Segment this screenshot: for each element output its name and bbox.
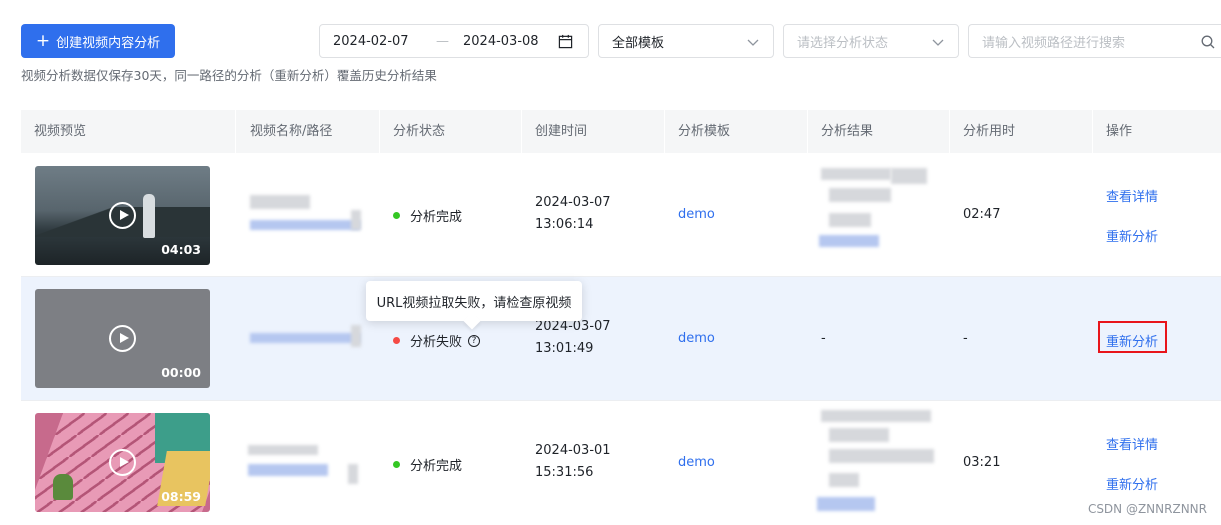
status-dot xyxy=(393,337,400,344)
elapsed-time: 03:21 xyxy=(963,455,1001,470)
created-time: 2024-03-07 13:01:49 xyxy=(535,316,611,360)
template-link[interactable]: demo xyxy=(678,455,715,470)
created-clock: 13:06:14 xyxy=(535,217,594,232)
video-thumbnail[interactable]: 00:00 xyxy=(35,289,210,388)
video-thumbnail[interactable]: 08:59 xyxy=(35,413,210,512)
create-analysis-label: 创建视频内容分析 xyxy=(56,35,161,51)
created-date: 2024-03-07 xyxy=(535,195,611,210)
table-row: 04:03 分析完成 2024-03-07 13:06:14 demo 02:4… xyxy=(21,153,1221,277)
highlight-annotation-box xyxy=(1098,321,1167,353)
table-row: 08:59 分析完成 2024-03-01 15:31:56 demo 03:2… xyxy=(21,401,1221,525)
plus-icon: + xyxy=(35,30,51,51)
status-badge: 分析完成 xyxy=(393,455,462,474)
create-analysis-button[interactable]: + 创建视频内容分析 xyxy=(21,24,175,58)
error-tooltip-text: URL视频拉取失败，请检查原视频 xyxy=(376,295,572,311)
table-row: 00:00 分析失败 ? 2024-03-07 13:01:49 demo - … xyxy=(21,277,1221,401)
template-link[interactable]: demo xyxy=(678,331,715,346)
video-duration: 04:03 xyxy=(161,242,201,257)
created-time: 2024-03-01 15:31:56 xyxy=(535,440,611,484)
status-text: 分析完成 xyxy=(410,210,463,225)
play-icon[interactable] xyxy=(109,449,136,476)
created-time: 2024-03-07 13:06:14 xyxy=(535,192,611,236)
created-clock: 13:01:49 xyxy=(535,341,594,356)
help-icon[interactable]: ? xyxy=(468,334,481,347)
analysis-table: 视频预览 视频名称/路径 分析状态 创建时间 分析模板 分析结果 分析用时 操作… xyxy=(21,110,1221,512)
status-text: 分析失败 xyxy=(410,335,463,350)
status-dot xyxy=(393,461,400,468)
created-clock: 15:31:56 xyxy=(535,465,594,480)
video-duration: 08:59 xyxy=(161,489,201,504)
reanalyze-button[interactable]: 重新分析 xyxy=(1106,474,1158,493)
header-created-time: 创建时间 xyxy=(535,124,588,139)
header-status: 分析状态 xyxy=(393,124,446,139)
header-name-path: 视频名称/路径 xyxy=(250,124,333,139)
calendar-icon[interactable] xyxy=(558,34,573,49)
date-separator: — xyxy=(436,33,449,49)
date-start[interactable]: 2024-02-07 xyxy=(333,34,409,49)
elapsed-time: 02:47 xyxy=(963,207,1001,222)
status-badge: 分析失败 ? xyxy=(393,331,481,350)
search-icon[interactable] xyxy=(1201,35,1215,49)
header-template: 分析模板 xyxy=(678,124,731,139)
reanalyze-button[interactable]: 重新分析 xyxy=(1106,226,1158,245)
retention-notice: 视频分析数据仅保存30天，同一路径的分析（重新分析）覆盖历史分析结果 xyxy=(21,68,437,83)
view-details-button[interactable]: 查看详情 xyxy=(1106,186,1158,205)
chevron-down-icon xyxy=(747,39,759,46)
header-result: 分析结果 xyxy=(821,124,874,139)
video-thumbnail[interactable]: 04:03 xyxy=(35,166,210,265)
template-link[interactable]: demo xyxy=(678,207,715,222)
status-select-placeholder: 请选择分析状态 xyxy=(797,35,889,51)
analysis-result: - xyxy=(821,331,826,346)
error-tooltip: URL视频拉取失败，请检查原视频 xyxy=(366,281,582,321)
view-details-button[interactable]: 查看详情 xyxy=(1106,434,1158,453)
table-header: 视频预览 视频名称/路径 分析状态 创建时间 分析模板 分析结果 分析用时 操作 xyxy=(21,110,1221,153)
elapsed-time: - xyxy=(963,331,968,346)
status-text: 分析完成 xyxy=(410,459,463,474)
video-duration: 00:00 xyxy=(161,365,201,380)
search-input[interactable]: 请输入视频路径进行搜索 xyxy=(968,24,1221,58)
date-range-picker[interactable]: 2024-02-07 — 2024-03-08 xyxy=(319,24,589,58)
status-badge: 分析完成 xyxy=(393,206,462,225)
template-select-value: 全部模板 xyxy=(612,35,665,51)
search-placeholder: 请输入视频路径进行搜索 xyxy=(982,35,1126,51)
template-select[interactable]: 全部模板 xyxy=(598,24,774,58)
play-icon[interactable] xyxy=(109,202,136,229)
watermark: CSDN @ZNNRZNNR xyxy=(1087,502,1207,516)
date-end[interactable]: 2024-03-08 xyxy=(463,34,539,49)
toolbar: + 创建视频内容分析 2024-02-07 — 2024-03-08 全部模板 … xyxy=(0,24,1221,58)
created-date: 2024-03-01 xyxy=(535,443,611,458)
header-preview: 视频预览 xyxy=(34,124,87,139)
play-icon[interactable] xyxy=(109,325,136,352)
header-elapsed: 分析用时 xyxy=(963,124,1016,139)
chevron-down-icon xyxy=(932,39,944,46)
header-actions: 操作 xyxy=(1106,124,1133,139)
status-dot xyxy=(393,212,400,219)
status-select[interactable]: 请选择分析状态 xyxy=(783,24,959,58)
